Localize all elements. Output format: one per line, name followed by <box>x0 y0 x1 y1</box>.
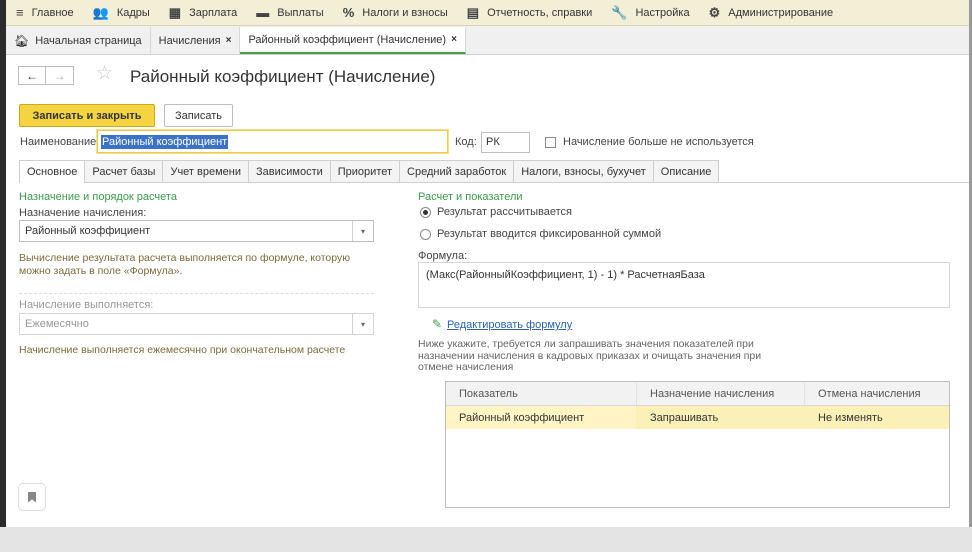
indicators-table: Показатель Назначение начисления Отмена … <box>445 381 950 508</box>
home-icon: 🏠︎ <box>14 33 30 48</box>
name-label: Наименование: <box>20 136 100 148</box>
tab-main[interactable]: Основное <box>19 160 86 183</box>
hamburger-icon: ≡ <box>16 5 24 20</box>
performed-select[interactable]: Ежемесячно ▾ <box>19 313 374 335</box>
bookmark-button[interactable] <box>18 483 46 511</box>
window-left-border <box>0 0 6 527</box>
tab-label: Начисления <box>158 34 221 47</box>
menu-item-settings[interactable]: 🔧 Настройка <box>601 0 698 25</box>
column-header-indicator[interactable]: Показатель <box>446 388 636 400</box>
table-cell[interactable]: Не изменять <box>804 406 949 429</box>
menu-label: Зарплата <box>189 6 238 19</box>
table-cell[interactable]: Запрашивать <box>636 406 804 429</box>
formula-label: Формула: <box>418 250 468 262</box>
table-row[interactable]: Районный коэффициент Запрашивать Не изме… <box>446 406 949 429</box>
menu-item-admin[interactable]: ⚙ Администрирование <box>699 0 843 25</box>
menu-label: Администрирование <box>728 6 834 19</box>
page-title: Районный коэффициент (Начисление) <box>130 67 436 86</box>
menu-label: Налоги и взносы <box>362 6 448 19</box>
menu-item-payments[interactable]: ▬ Выплаты <box>246 0 332 25</box>
purpose-select[interactable]: Районный коэффициент ▾ <box>19 220 374 242</box>
divider <box>19 293 374 294</box>
tab-accruals[interactable]: Начисления × <box>151 27 241 54</box>
menu-label: Настройка <box>635 6 690 19</box>
purpose-section-title: Назначение и порядок расчета <box>19 191 177 203</box>
radio-calculated[interactable] <box>420 207 431 218</box>
column-header-cancel[interactable]: Отмена начисления <box>804 382 949 405</box>
report-icon: ▤ <box>466 4 480 20</box>
tab-label: Районный коэффициент (Начисление) <box>248 33 447 46</box>
close-icon[interactable]: × <box>451 34 457 45</box>
tab-base-calc[interactable]: Расчет базы <box>84 160 164 182</box>
bookmark-icon <box>28 491 36 503</box>
menu-label: Кадры <box>116 6 150 19</box>
calculator-icon: ▦ <box>168 4 182 20</box>
code-input[interactable]: РК <box>481 132 530 153</box>
menu-label: Главное <box>31 6 74 19</box>
unused-checkbox[interactable] <box>545 137 556 148</box>
tab-dependencies[interactable]: Зависимости <box>248 160 331 182</box>
gear-icon: ⚙ <box>708 4 721 20</box>
tab-description[interactable]: Описание <box>652 160 720 182</box>
navigation-buttons: ← → <box>18 66 74 85</box>
menu-item-reports[interactable]: ▤ Отчетность, справки <box>457 0 601 25</box>
tab-time-accounting[interactable]: Учет времени <box>162 160 249 182</box>
app-window: ≡ Главное 👥 Кадры ▦ Зарплата ▬ Выплаты % Нало… <box>0 0 972 527</box>
back-button[interactable]: ← <box>18 66 46 85</box>
save-button[interactable]: Записать <box>164 104 233 127</box>
performed-note: Начисление выполняется ежемесячно при ок… <box>19 344 346 356</box>
tab-regional-coefficient[interactable]: Районный коэффициент (Начисление) × <box>240 27 466 54</box>
menu-label: Отчетность, справки <box>487 6 593 19</box>
tab-label: Начальная страница <box>35 34 142 47</box>
menu-label: Выплаты <box>277 6 324 19</box>
chevron-down-icon[interactable]: ▾ <box>352 221 373 241</box>
tab-priority[interactable]: Приоритет <box>329 160 401 182</box>
formula-field[interactable]: (Макс(РайонныйКоэффициент, 1) - 1) * Рас… <box>418 262 950 308</box>
wrench-icon: 🔧 <box>611 4 628 20</box>
name-input-value: Районный коэффициент <box>101 134 229 149</box>
performed-select-value: Ежемесячно <box>25 318 89 330</box>
tab-taxes-accounting[interactable]: Налоги, взносы, бухучет <box>513 160 654 182</box>
performed-label: Начисление выполняется: <box>19 299 154 311</box>
purpose-select-value: Районный коэффициент <box>25 225 151 237</box>
money-icon: ▬ <box>256 5 270 20</box>
radio-fixed-sum-label[interactable]: Результат вводится фиксированной суммой <box>437 228 661 240</box>
calc-section-title: Расчет и показатели <box>418 191 523 203</box>
menu-item-taxes[interactable]: % Налоги и взносы <box>333 0 457 25</box>
code-label: Код: <box>455 136 477 148</box>
close-icon[interactable]: × <box>226 35 232 46</box>
menu-item-salary[interactable]: ▦ Зарплата <box>159 0 246 25</box>
table-cell[interactable]: Районный коэффициент <box>446 406 636 429</box>
percent-icon: % <box>342 5 355 20</box>
tab-average-earnings[interactable]: Средний заработок <box>399 160 515 182</box>
forward-button[interactable]: → <box>46 66 74 85</box>
radio-fixed-sum[interactable] <box>420 229 431 240</box>
chevron-down-icon[interactable]: ▾ <box>352 314 373 334</box>
open-windows-tabstrip: 🏠︎ Начальная страница Начисления × Районны… <box>6 26 969 55</box>
pencil-icon[interactable]: ✎ <box>432 317 442 331</box>
column-header-assign[interactable]: Назначение начисления <box>636 382 804 405</box>
save-and-close-button[interactable]: Записать и закрыть <box>19 104 155 127</box>
people-icon: 👥 <box>92 4 109 20</box>
radio-calculated-label[interactable]: Результат рассчитывается <box>437 206 572 218</box>
indicators-info-text: Ниже укажите, требуется ли запрашивать з… <box>418 338 762 373</box>
menu-item-hr[interactable]: 👥 Кадры <box>83 0 159 25</box>
desktop-background <box>0 527 972 552</box>
name-input[interactable]: Районный коэффициент <box>97 130 448 153</box>
section-menu-bar: ≡ Главное 👥 Кадры ▦ Зарплата ▬ Выплаты % Нало… <box>6 0 969 26</box>
unused-checkbox-label[interactable]: Начисление больше не используется <box>563 136 754 148</box>
form-tabs: Основное Расчет базы Учет времени Зависи… <box>19 160 969 183</box>
menu-item-main[interactable]: ≡ Главное <box>6 0 83 25</box>
tab-home[interactable]: 🏠︎ Начальная страница <box>6 27 151 54</box>
table-header: Показатель Назначение начисления Отмена … <box>446 382 949 406</box>
purpose-note: Вычисление результата расчета выполняетс… <box>19 252 351 277</box>
purpose-label: Назначение начисления: <box>19 207 147 219</box>
edit-formula-link[interactable]: Редактировать формулу <box>447 319 572 331</box>
favorite-star-icon[interactable]: ☆ <box>96 62 113 85</box>
